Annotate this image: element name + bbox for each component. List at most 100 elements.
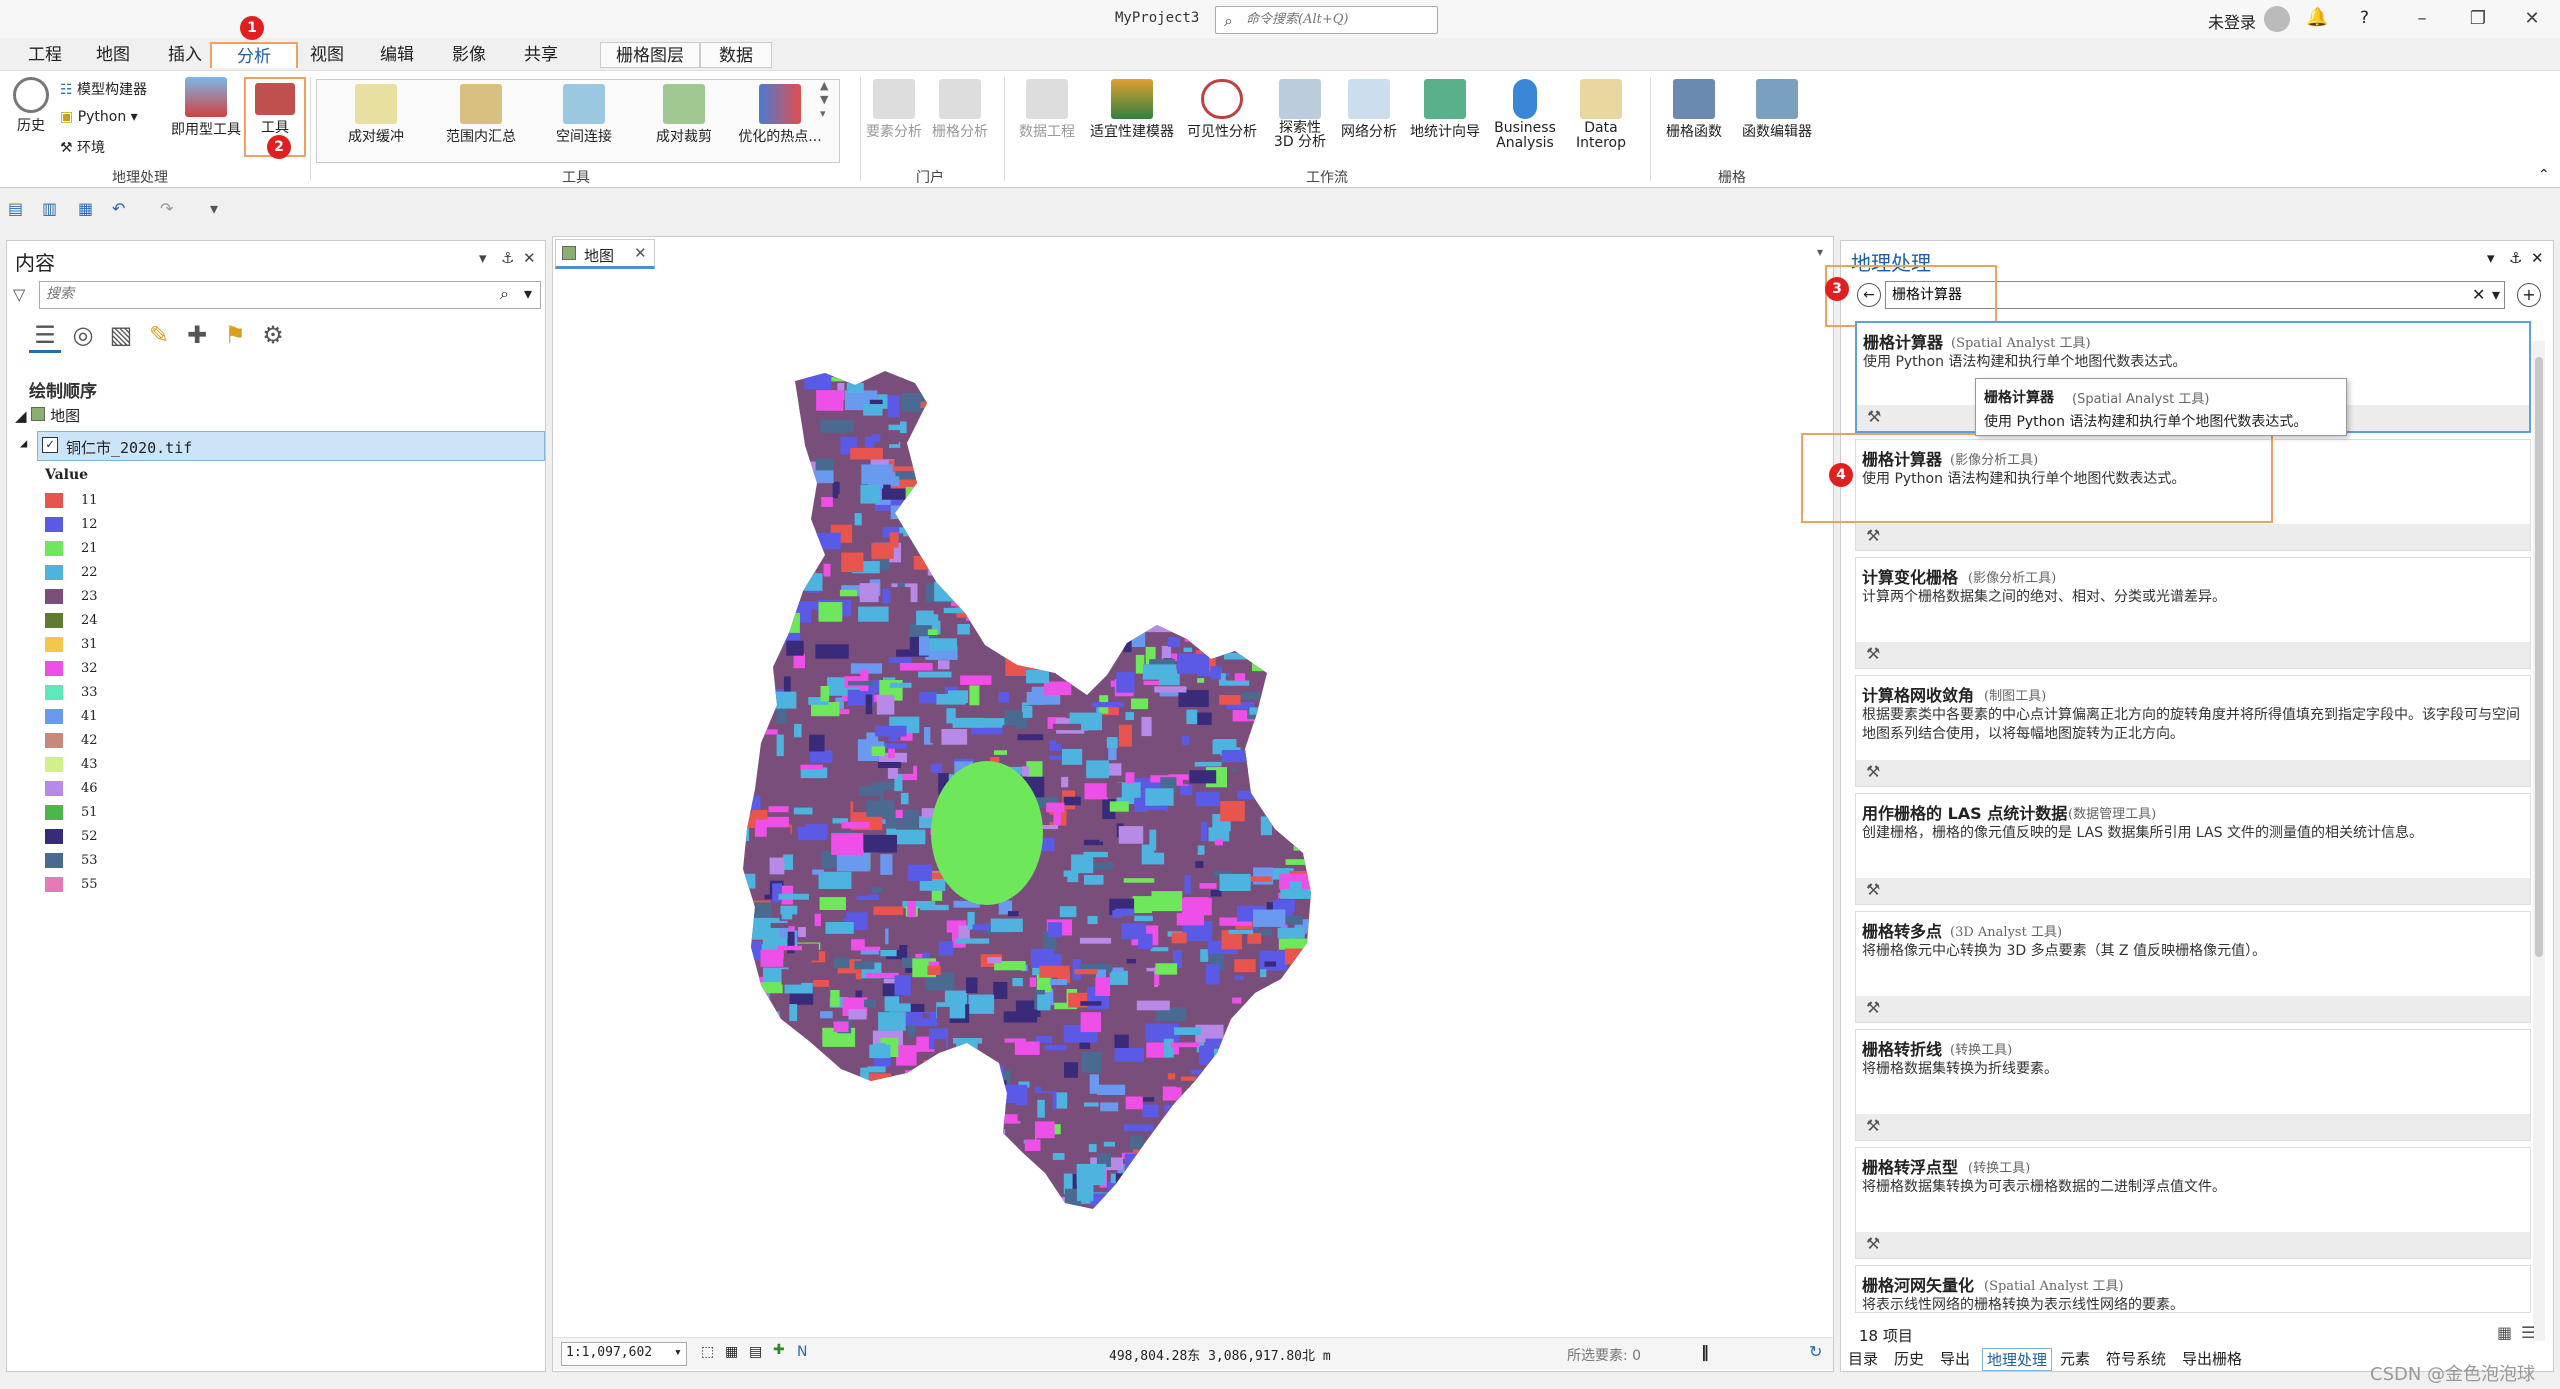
tab-catalog[interactable]: 目录 [1848, 1348, 1878, 1369]
menu-analysis[interactable]: 分析 [210, 42, 298, 68]
visibility-analysis-button[interactable]: 可见性分析 [1182, 79, 1262, 141]
tool-name[interactable]: 栅格转浮点型 [1862, 1154, 1958, 1178]
chevron-down-icon[interactable]: ▾ [2492, 285, 2500, 304]
pin-icon[interactable]: ⚓ [501, 249, 514, 267]
user-status[interactable]: 未登录 [2208, 9, 2256, 33]
scale-selector[interactable]: 1:1,097,602 ▾ [561, 1342, 687, 1366]
menu-share[interactable]: 共享 [516, 42, 566, 68]
tool-result-card[interactable]: 栅格转多点 (3D Analyst 工具) 将栅格像元中心转换为 3D 多点要素（其… [1855, 911, 2531, 1023]
close-pane-icon[interactable]: ✕ [2531, 249, 2544, 267]
gallery-item-spatial-join[interactable]: 空间连接 [539, 84, 629, 146]
python-button[interactable]: ▣ Python ▾ [60, 109, 138, 125]
gallery-scroll-icon[interactable]: ▲ ▼ ▾ [820, 79, 828, 121]
tile-view-icon[interactable]: ▦ [2497, 1323, 2512, 1342]
contents-search-input[interactable] [46, 282, 486, 306]
gallery-item-pairwise-buffer[interactable]: 成对缓冲 [331, 84, 421, 146]
list-by-editing-icon[interactable]: ✎ [143, 321, 175, 353]
map-node[interactable]: ◢ 地图 [15, 405, 80, 426]
undo-icon[interactable]: ↶ [112, 199, 125, 218]
clear-search-icon[interactable]: ✕ [2472, 285, 2485, 304]
network-analysis-button[interactable]: 网络分析 [1334, 79, 1404, 141]
tool-name[interactable]: 计算格网收敛角 [1862, 682, 1974, 706]
list-view-icon[interactable]: ☰ [2521, 1323, 2535, 1342]
business-analysis-button[interactable]: Business Analysis [1486, 79, 1564, 151]
feature-analysis-button[interactable]: 要素分析 [864, 79, 924, 141]
tab-map[interactable]: 地图 ✕ [555, 239, 655, 269]
layout-icon[interactable]: ▤ [749, 1344, 762, 1360]
customize-qat-icon[interactable]: ▾ [210, 199, 218, 218]
tool-result-card[interactable]: 栅格转折线 (转换工具) 将栅格数据集转换为折线要素。 ⚒ [1855, 1029, 2531, 1141]
save-icon[interactable]: ▦ [78, 199, 93, 218]
collapse-ribbon-icon[interactable]: ⌃ [2538, 167, 2550, 183]
redo-icon[interactable]: ↷ [160, 199, 173, 218]
grid-icon[interactable]: ▦ [725, 1344, 738, 1360]
filter-icon[interactable]: ▽ [13, 285, 25, 304]
menu-insert[interactable]: 插入 [160, 42, 210, 68]
chevron-down-icon[interactable]: ▾ [524, 284, 532, 303]
tools-gallery[interactable]: 成对缓冲 范围内汇总 空间连接 成对裁剪 优化的热点... [316, 79, 840, 163]
north-arrow-icon[interactable]: N [797, 1344, 807, 1360]
tool-name[interactable]: 栅格计算器 [1863, 329, 1943, 353]
open-project-icon[interactable]: ▥ [42, 199, 57, 218]
crosshair-icon[interactable]: ✚ [773, 1342, 785, 1358]
model-builder-button[interactable]: ☷ 模型构建器 [60, 79, 147, 99]
tool-name[interactable]: 用作栅格的 LAS 点统计数据 [1862, 800, 2067, 824]
function-editor-button[interactable]: 函数编辑器 [1732, 79, 1822, 141]
menu-data[interactable]: 数据 [700, 42, 772, 68]
list-by-perspective-icon[interactable]: ⚙ [257, 321, 289, 353]
tool-result-card[interactable]: 用作栅格的 LAS 点统计数据 (数据管理工具) 创建栅格，栅格的像元值反映的是 L… [1855, 793, 2531, 905]
tool-result-card[interactable]: 计算变化栅格 (影像分析工具) 计算两个栅格数据集之间的绝对、相对、分类或光谱差异。… [1855, 557, 2531, 669]
selected-features-count[interactable]: 所选要素: 0 [1567, 1345, 1641, 1365]
pane-menu-icon[interactable]: ▾ [2487, 249, 2495, 267]
tool-name[interactable]: 计算变化栅格 [1862, 564, 1958, 588]
tool-name[interactable]: 栅格转多点 [1862, 918, 1942, 942]
restore-icon[interactable]: ❐ [2456, 4, 2500, 34]
tool-result-card[interactable]: 栅格河网矢量化 (Spatial Analyst 工具) 将表示线性网络的栅格转换为… [1855, 1265, 2531, 1313]
menu-imagery[interactable]: 影像 [444, 42, 494, 68]
tool-name[interactable]: 栅格转折线 [1862, 1036, 1942, 1060]
raster-analysis-button[interactable]: 栅格分析 [928, 79, 992, 141]
tool-result-card[interactable]: 栅格转浮点型 (转换工具) 将栅格数据集转换为可表示栅格数据的二进制浮点值文件。 ⚒ [1855, 1147, 2531, 1259]
tab-elements[interactable]: 元素 [2060, 1348, 2090, 1369]
exploratory-3d-button[interactable]: 探索性 3D 分析 [1262, 79, 1338, 149]
list-by-selection-icon[interactable]: ▧ [105, 321, 137, 353]
tab-overflow-icon[interactable]: ▾ [1817, 245, 1823, 259]
expand-icon[interactable]: ◢ [20, 436, 27, 450]
tab-history[interactable]: 历史 [1894, 1348, 1924, 1369]
gallery-item-pairwise-clip[interactable]: 成对裁剪 [639, 84, 729, 146]
data-interop-button[interactable]: Data Interop [1566, 79, 1636, 151]
layer-row[interactable]: ◢ ✓ 铜仁市_2020.tif [20, 431, 545, 461]
expand-icon[interactable]: ◢ [15, 407, 27, 425]
minimize-icon[interactable]: – [2400, 4, 2444, 34]
geostat-wizard-button[interactable]: 地统计向导 [1404, 79, 1486, 141]
tool-name[interactable]: 栅格河网矢量化 [1862, 1272, 1974, 1296]
menu-map[interactable]: 地图 [88, 42, 138, 68]
raster-functions-button[interactable]: 栅格函数 [1658, 79, 1730, 141]
history-button[interactable]: 历史 [10, 77, 52, 135]
help-button[interactable]: ? [2360, 8, 2369, 28]
pause-drawing-icon[interactable]: ‖ [1701, 1342, 1709, 1361]
add-icon[interactable]: + [2517, 283, 2541, 307]
tool-result-card[interactable]: 计算格网收敛角 (制图工具) 根据要素类中各要素的中心点计算偏离正北方向的旋转角度并… [1855, 675, 2531, 787]
tab-geoprocessing[interactable]: 地理处理 [1982, 1348, 2053, 1371]
data-engineering-button[interactable]: 数据工程 [1014, 79, 1080, 141]
list-by-snapping-icon[interactable]: ✚ [181, 321, 213, 353]
contents-search[interactable]: ⌕ ▾ [39, 281, 541, 309]
ready-tools-button[interactable]: 即用型工具 [166, 77, 246, 139]
fixed-zoom-icon[interactable]: ⬚ [701, 1344, 714, 1360]
layer-visibility-checkbox[interactable]: ✓ [42, 437, 58, 453]
avatar-icon[interactable] [2264, 6, 2290, 32]
environment-button[interactable]: ⚒ 环境 [60, 137, 105, 157]
refresh-icon[interactable]: ↻ [1809, 1342, 1822, 1361]
pin-icon[interactable]: ⚓ [2509, 249, 2522, 267]
menu-project[interactable]: 工程 [20, 42, 70, 68]
tab-symbology[interactable]: 符号系统 [2106, 1348, 2166, 1369]
tab-export-raster[interactable]: 导出栅格 [2182, 1348, 2242, 1369]
command-search-input[interactable] [1246, 7, 1436, 31]
close-tab-icon[interactable]: ✕ [634, 244, 647, 262]
list-by-labeling-icon[interactable]: ⚑ [219, 321, 251, 353]
new-project-icon[interactable]: ▤ [8, 199, 23, 218]
menu-raster-layer[interactable]: 栅格图层 [600, 42, 700, 68]
tab-export[interactable]: 导出 [1940, 1348, 1970, 1369]
map-canvas[interactable] [555, 273, 1831, 1333]
